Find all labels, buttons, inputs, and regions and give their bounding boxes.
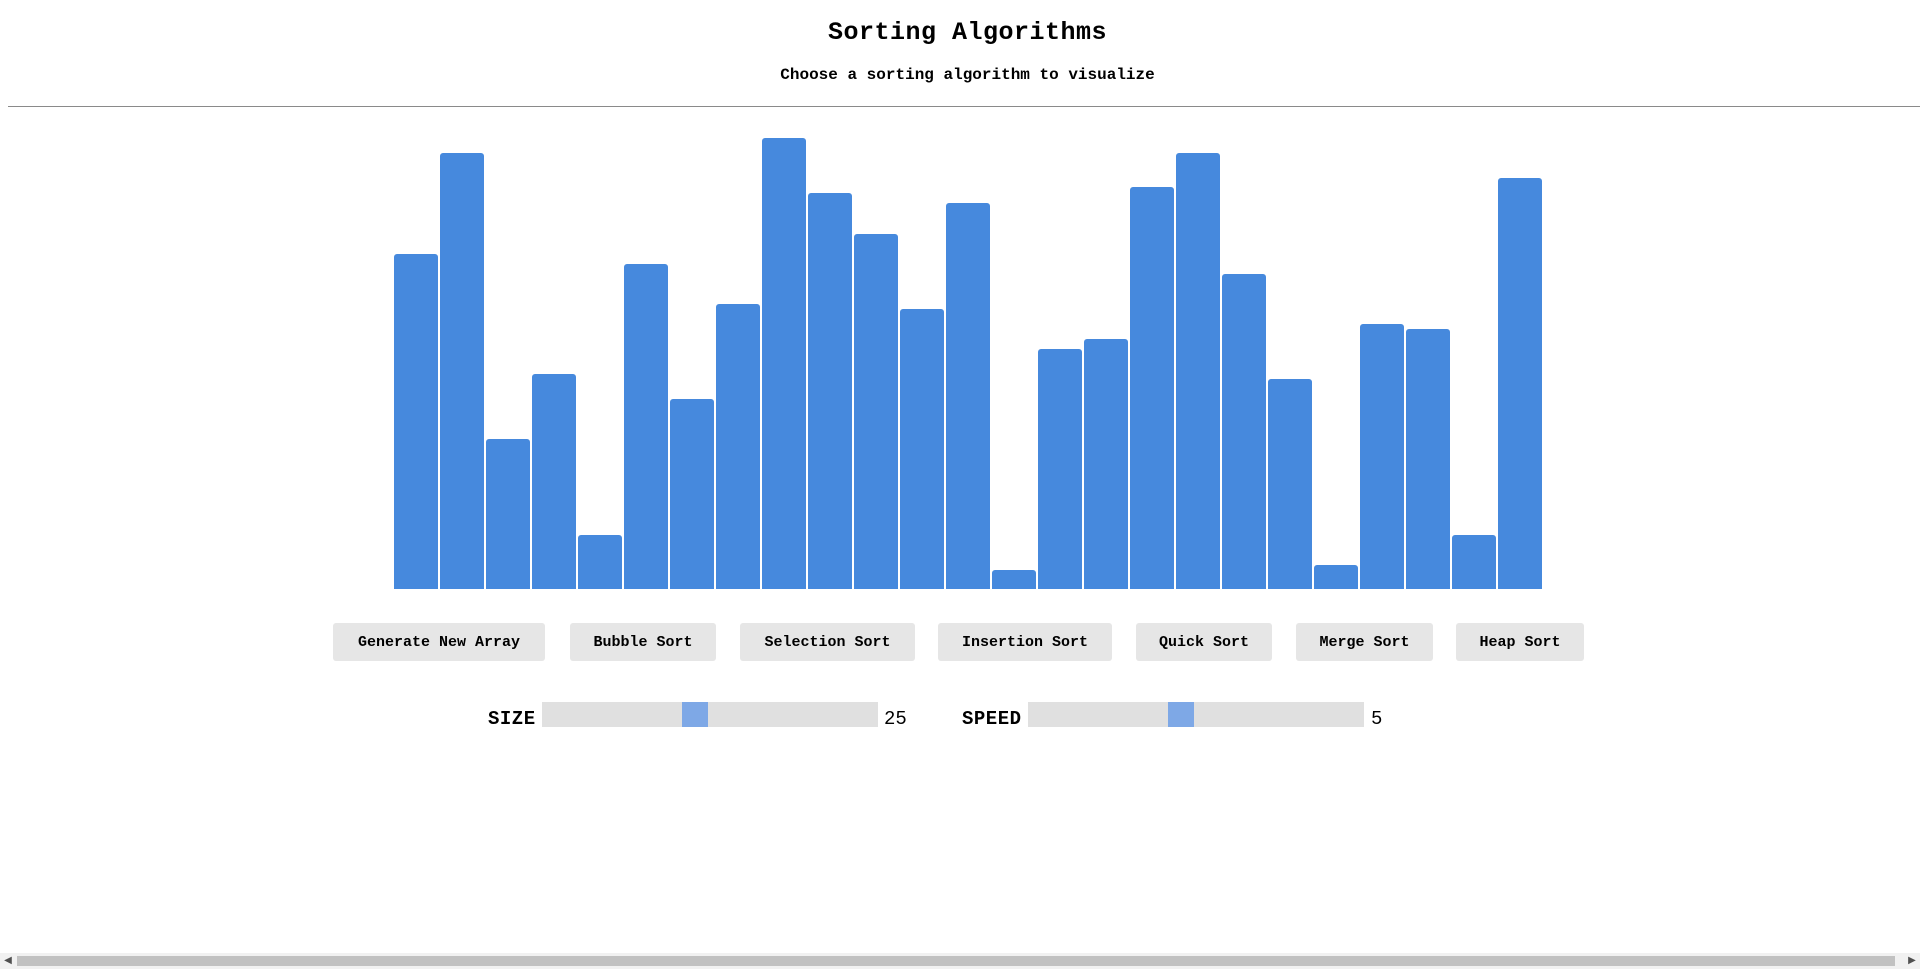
array-bar: [946, 203, 990, 589]
heap-sort-button[interactable]: Heap Sort: [1456, 623, 1584, 661]
array-bar: [1268, 379, 1312, 589]
array-bar: [1176, 153, 1220, 589]
array-bar: [1452, 535, 1496, 589]
array-bar: [900, 309, 944, 589]
speed-slider[interactable]: [1028, 702, 1364, 727]
array-bar: [486, 439, 530, 589]
array-bar: [578, 535, 622, 589]
insertion-sort-button[interactable]: Insertion Sort: [938, 623, 1112, 661]
array-bar: [854, 234, 898, 589]
generate-new-array-button[interactable]: Generate New Array: [333, 623, 545, 661]
speed-label: SPEED: [962, 708, 1022, 730]
size-label: SIZE: [488, 708, 536, 730]
array-bar: [716, 304, 760, 589]
array-bar: [1498, 178, 1542, 589]
size-slider[interactable]: [542, 702, 878, 727]
selection-sort-button[interactable]: Selection Sort: [740, 623, 915, 661]
array-bar: [1222, 274, 1266, 589]
horizontal-scrollbar[interactable]: ◀ ▶: [0, 953, 1920, 969]
chevron-right-icon[interactable]: ▶: [1904, 953, 1920, 969]
array-bar: [670, 399, 714, 589]
array-bar: [1130, 187, 1174, 589]
size-value: 25: [884, 708, 907, 730]
page-subtitle: Choose a sorting algorithm to visualize: [780, 66, 1155, 84]
array-bar: [992, 570, 1036, 589]
page: Sorting Algorithms Choose a sorting algo…: [0, 0, 1920, 969]
quick-sort-button[interactable]: Quick Sort: [1136, 623, 1272, 661]
array-bar: [1084, 339, 1128, 589]
array-bar: [1314, 565, 1358, 589]
array-bar: [440, 153, 484, 589]
array-bars: [394, 130, 1544, 589]
array-bar: [1038, 349, 1082, 589]
array-bar: [624, 264, 668, 589]
bubble-sort-button[interactable]: Bubble Sort: [570, 623, 716, 661]
scrollbar-thumb[interactable]: [17, 956, 1895, 966]
array-bar: [394, 254, 438, 589]
array-bar: [808, 193, 852, 589]
merge-sort-button[interactable]: Merge Sort: [1296, 623, 1433, 661]
array-bar: [1360, 324, 1404, 589]
page-title: Sorting Algorithms: [827, 18, 1108, 47]
chevron-left-icon[interactable]: ◀: [0, 953, 16, 969]
array-bar: [1406, 329, 1450, 589]
size-slider-thumb[interactable]: [682, 702, 708, 727]
speed-slider-thumb[interactable]: [1168, 702, 1194, 727]
speed-value: 5: [1371, 708, 1383, 730]
divider: [8, 106, 1920, 107]
array-bar: [532, 374, 576, 589]
array-bar: [762, 138, 806, 589]
